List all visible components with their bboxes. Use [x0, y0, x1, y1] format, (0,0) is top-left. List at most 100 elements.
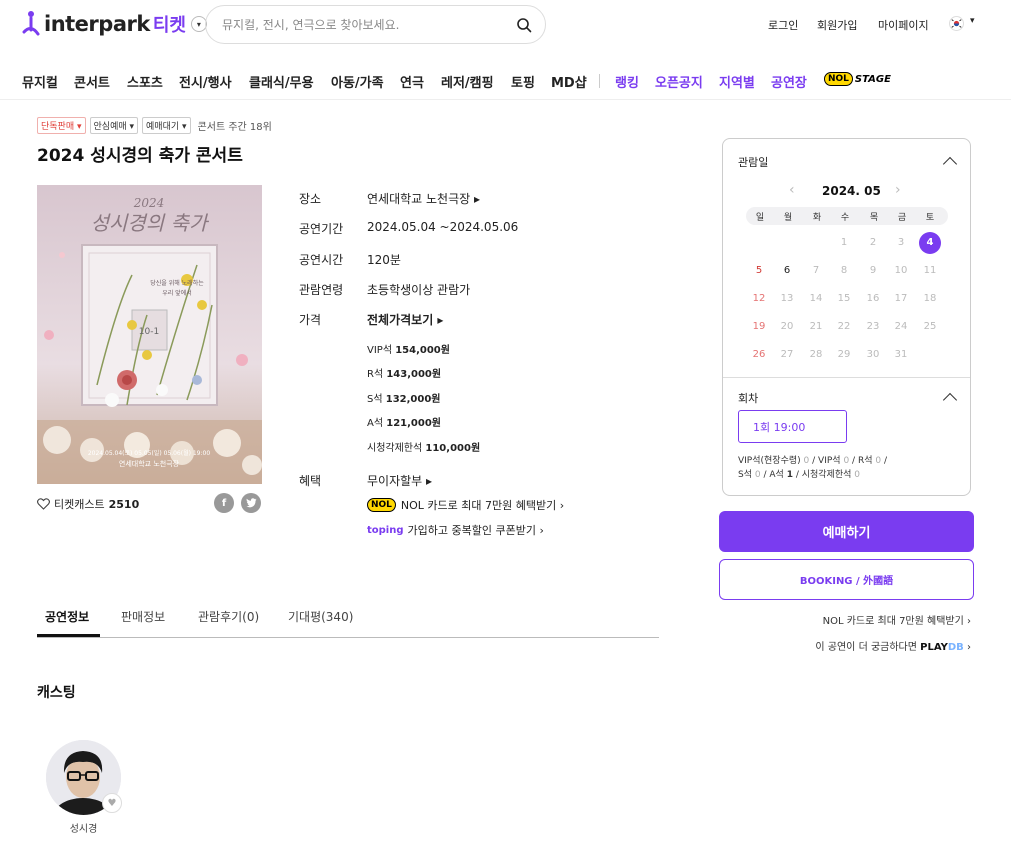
tab-reviews[interactable]: 관람후기(0): [198, 608, 259, 625]
chevron-up-icon[interactable]: [942, 392, 958, 408]
calendar-day: 3: [897, 237, 905, 248]
nav-item-exhibition[interactable]: 전시/행사: [179, 72, 232, 91]
nav-item-ranking[interactable]: 랭킹: [615, 72, 639, 91]
calendar-day: 18: [923, 293, 937, 304]
tag-safe-booking[interactable]: 안심예매 ▾: [89, 117, 139, 134]
weekly-rank: 콘서트 주간 18위: [197, 122, 272, 133]
logo-ticket: 티켓: [152, 15, 186, 36]
nav-item-region[interactable]: 지역별: [719, 72, 755, 91]
calendar-day: 2: [869, 237, 877, 248]
playdb-link[interactable]: 이 공연이 더 궁금하다면 PLAYDB ›: [815, 638, 971, 653]
calendar-day: 20: [780, 321, 794, 332]
nav-item-leisure[interactable]: 레저/캠핑: [441, 72, 494, 91]
nol-badge: NOL: [824, 72, 853, 86]
weekday-label: 수: [840, 213, 850, 223]
nav-item-sports[interactable]: 스포츠: [127, 72, 163, 91]
chevron-up-icon[interactable]: [942, 156, 958, 172]
prev-month-button[interactable]: ‹: [789, 182, 795, 198]
reserve-button[interactable]: 예매하기: [719, 511, 974, 552]
nav-item-family[interactable]: 아동/가족: [331, 72, 384, 91]
weekday-label: 금: [897, 213, 907, 223]
calendar-day: 1: [840, 237, 848, 248]
heart-icon: [37, 498, 50, 510]
runtime-value: 120분: [367, 253, 401, 267]
price-label: 가격: [299, 313, 322, 327]
poster-tagline-1: 당신을 위해 노래하는: [150, 279, 204, 287]
poster-script-title: 성시경의 축가: [91, 211, 210, 235]
nav-item-venue[interactable]: 공연장: [771, 72, 807, 91]
calendar-day: 22: [837, 321, 851, 332]
booking-panel: 관람일 ‹ 2024. 05 › 일 월 화 수 목 금 토 123456789…: [722, 138, 971, 496]
category-nav: 뮤지컬 콘서트 스포츠 전시/행사 클래식/무용 아동/가족 연극 레저/캠핑 …: [0, 64, 1011, 100]
nol-badge: NOL: [367, 498, 396, 512]
twitter-icon[interactable]: [241, 493, 261, 513]
nav-item-play[interactable]: 연극: [400, 72, 424, 91]
price-row-a: A석 121,000원: [367, 418, 441, 429]
mypage-link[interactable]: 마이페이지: [878, 17, 929, 33]
weekday-label: 토: [925, 213, 935, 223]
calendar-day[interactable]: 5: [748, 260, 770, 282]
calendar-day: 11: [923, 265, 937, 276]
search-bar: [205, 5, 546, 44]
tab-expectations[interactable]: 기대평(340): [288, 608, 353, 625]
date-label: 관람일: [738, 156, 769, 169]
seat-availability: S석 0 / A석 1 / 시청각제한석 0: [738, 470, 861, 480]
calendar-day: 9: [869, 265, 877, 276]
nav-item-open-notice[interactable]: 오픈공지: [655, 72, 703, 91]
seat-availability: VIP석(현장수령) 0 / VIP석 0 / R석 0 /: [738, 456, 888, 466]
logo[interactable]: interpark 티켓 ▾: [22, 10, 207, 38]
nol-card-link[interactable]: NOL 카드로 최대 7만원 혜택받기 ›: [823, 612, 971, 627]
nav-item-mdshop[interactable]: MD샵: [551, 72, 587, 91]
calendar-day: 19: [752, 321, 766, 332]
installment-link[interactable]: 무이자할부 ▸: [367, 472, 432, 489]
nav-item-classic[interactable]: 클래식/무용: [249, 72, 314, 91]
korea-flag-icon[interactable]: [949, 16, 964, 31]
venue-link[interactable]: 연세대학교 노천극장 ▸: [367, 190, 480, 207]
like-label: 티켓캐스트: [54, 498, 105, 511]
tag-waitlist[interactable]: 예매대기 ▾: [142, 117, 191, 134]
product-tags: 단독판매 ▾ 안심예매 ▾ 예매대기 ▾ 콘서트 주간 18위: [37, 117, 272, 134]
price-row-r: R석 143,000원: [367, 369, 442, 380]
price-row-s: S석 132,000원: [367, 394, 441, 405]
booking-foreign-button[interactable]: BOOKING / 外國語: [719, 559, 974, 600]
search-input[interactable]: [222, 16, 502, 34]
calendar-day: 27: [780, 349, 794, 360]
price-row-vip: VIP석 154,000원: [367, 345, 450, 356]
period-value: 2024.05.04 ~2024.05.06: [367, 220, 519, 234]
poster-tagline-2: 우리 앞에서: [162, 289, 192, 297]
facebook-icon[interactable]: f: [214, 493, 234, 513]
weekday-label: 화: [812, 213, 822, 223]
calendar-day: 10: [894, 265, 908, 276]
nol-card-benefit-link[interactable]: NOL NOL 카드로 최대 7만원 혜택받기 ›: [367, 497, 564, 513]
period-label: 공연기간: [299, 222, 344, 236]
stage-text: STAGE: [854, 73, 891, 85]
logo-text: interpark: [44, 12, 150, 36]
divider: [723, 377, 970, 378]
nav-item-toping[interactable]: 토핑: [511, 72, 535, 91]
tag-exclusive[interactable]: 단독판매 ▾: [37, 117, 86, 134]
toping-coupon-link[interactable]: toping 가입하고 중복할인 쿠폰받기 ›: [367, 522, 544, 538]
calendar-day[interactable]: 4: [919, 232, 941, 254]
nav-item-musical[interactable]: 뮤지컬: [22, 72, 58, 91]
tab-performance-info[interactable]: 공연정보: [45, 608, 89, 625]
poster-venue: 연세대학교 노천극장: [119, 459, 180, 468]
interpark-logo-icon: [22, 11, 40, 36]
page-title: 2024 성시경의 축가 콘서트: [37, 146, 243, 166]
price-all-link[interactable]: 전체가격보기 ▸: [367, 311, 443, 328]
session-slot-button[interactable]: 1회 19:00: [738, 410, 847, 443]
chevron-down-icon[interactable]: ▾: [970, 16, 975, 26]
ticketcast-like[interactable]: 티켓캐스트 2510: [37, 496, 139, 512]
toping-logo: toping: [367, 524, 404, 536]
active-tab-indicator: [37, 634, 100, 637]
heart-icon[interactable]: ♥: [102, 793, 122, 813]
calendar-day[interactable]: 6: [776, 260, 798, 282]
login-link[interactable]: 로그인: [768, 17, 798, 33]
price-row-restricted: 시청각제한석 110,000원: [367, 443, 481, 454]
signup-link[interactable]: 회원가입: [817, 17, 857, 33]
next-month-button[interactable]: ›: [895, 182, 901, 198]
nol-stage-link[interactable]: NOL STAGE: [824, 70, 891, 88]
nav-item-concert[interactable]: 콘서트: [74, 72, 110, 91]
tab-sales-info[interactable]: 판매정보: [121, 608, 165, 625]
calendar-day: 31: [894, 349, 908, 360]
search-icon[interactable]: [516, 17, 532, 33]
